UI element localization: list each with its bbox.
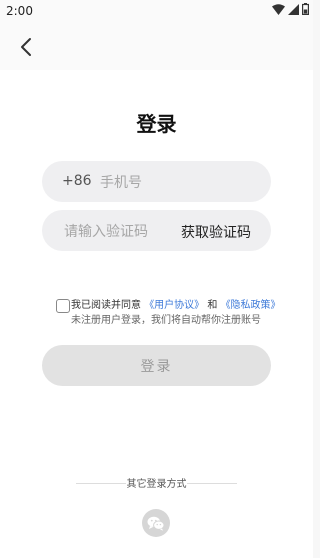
country-code[interactable]: +86 xyxy=(62,173,92,189)
agreement-note: 未注册用户登录，我们将自动帮你注册账号 xyxy=(71,315,261,326)
agreement-and: 和 xyxy=(207,300,218,311)
code-field: 获取验证码 xyxy=(42,210,271,251)
bottom-nav-indicator xyxy=(0,553,313,558)
phone-input[interactable] xyxy=(98,169,252,196)
divider-line-right xyxy=(187,483,237,484)
nav-bar xyxy=(0,24,313,70)
other-login-divider: 其它登录方式 xyxy=(0,475,313,491)
status-time: 2:00 xyxy=(6,4,33,18)
back-arrow-icon xyxy=(21,38,31,56)
wechat-login-button[interactable] xyxy=(142,509,170,537)
get-code-button[interactable]: 获取验证码 xyxy=(181,222,251,242)
agreement-checkbox[interactable] xyxy=(56,299,70,313)
wifi-icon xyxy=(272,3,285,15)
other-login-label: 其它登录方式 xyxy=(126,479,187,490)
login-button[interactable]: 登录 xyxy=(42,345,271,386)
battery-icon xyxy=(302,3,309,15)
user-agreement-link[interactable]: 《用户协议》 xyxy=(144,300,204,311)
login-panel: 登录 +86 获取验证码 我已阅读并同意 《用户协议》 和 《隐私政策》 未注册… xyxy=(0,70,313,558)
agreement-line: 我已阅读并同意 《用户协议》 和 《隐私政策》 xyxy=(71,296,281,311)
status-bar: 2:00 xyxy=(0,0,313,24)
privacy-policy-link[interactable]: 《隐私政策》 xyxy=(221,300,281,311)
back-button[interactable] xyxy=(14,32,38,62)
agreement-prefix: 我已阅读并同意 xyxy=(71,300,141,311)
signal-icon xyxy=(288,3,299,15)
code-input[interactable] xyxy=(62,218,176,245)
status-icons xyxy=(272,3,309,15)
wechat-icon xyxy=(147,516,165,531)
phone-field: +86 xyxy=(42,161,271,202)
page-title: 登录 xyxy=(136,112,177,136)
